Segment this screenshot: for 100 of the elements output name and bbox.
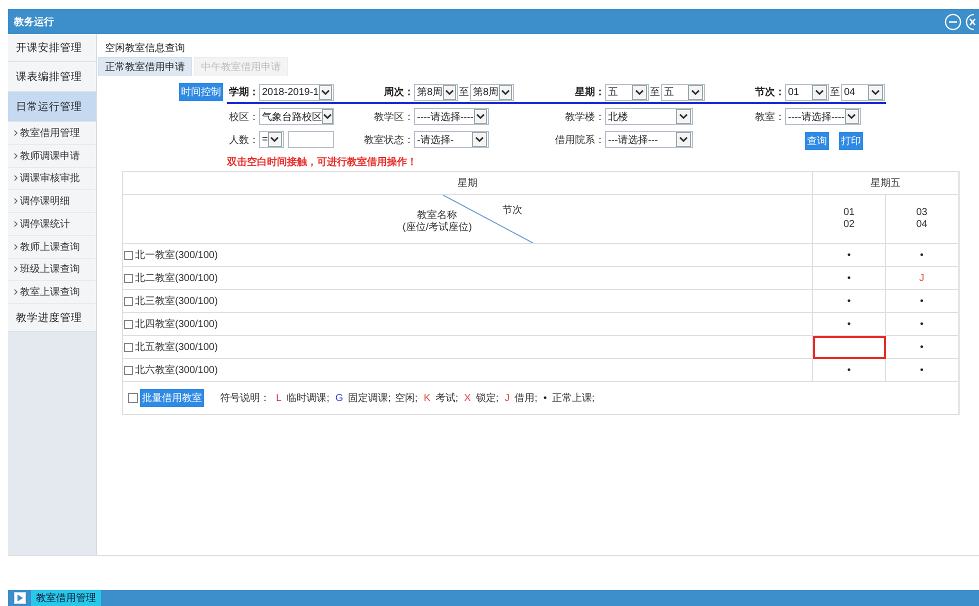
caret-icon [847, 113, 856, 120]
checkbox[interactable] [124, 320, 133, 328]
period-header: 03 04 [916, 207, 928, 230]
field-label: 教室： [755, 110, 785, 124]
legend-symbol: J [504, 392, 510, 404]
field-label: 节次： [755, 86, 785, 99]
caret-icon [871, 88, 880, 96]
select-field[interactable]: ----请选择---- [785, 108, 861, 125]
sidebar-item[interactable]: 日常运行管理 [8, 92, 96, 122]
legend-title: 符号说明： [220, 392, 270, 405]
column-header: 星期 [122, 172, 812, 194]
legend-symbol: G [335, 392, 344, 404]
sidebar-item[interactable]: 开课安排管理 [8, 34, 96, 62]
select-field[interactable]: 第8周 [470, 84, 514, 100]
range-separator: 至 [650, 86, 660, 99]
room-name: 北六教室(300/100) [135, 364, 218, 377]
tab[interactable]: 正常教室借用申请 [98, 57, 192, 76]
play-icon[interactable] [14, 592, 26, 604]
select-field[interactable]: 五 [661, 84, 705, 100]
page-heading: 空闲教室信息查询 [104, 42, 186, 55]
schedule-cell[interactable]: • [812, 358, 886, 382]
input-field[interactable] [288, 131, 334, 148]
sidebar-subitem[interactable]: 教师上课查询 [8, 236, 96, 258]
sidebar-subitem[interactable]: 调停课统计 [8, 213, 96, 236]
time-control-button[interactable]: 时间控制 [179, 83, 223, 101]
legend-label: 正常上课; [552, 392, 595, 405]
room-name: 北三教室(300/100) [135, 294, 218, 308]
minimize-icon[interactable] [944, 12, 962, 30]
sidebar-subitem[interactable]: 调停课明细 [8, 190, 96, 213]
legend-symbol: X [464, 392, 471, 404]
sidebar-item[interactable]: 课表编排管理 [8, 62, 96, 92]
header-label: 教室名称 (座位/考试座位) [402, 210, 472, 234]
chevron-icon [14, 175, 18, 182]
legend-label: 考试; [435, 392, 458, 405]
checkbox[interactable] [124, 274, 133, 282]
range-separator: 至 [830, 86, 840, 99]
schedule-cell[interactable]: • [812, 312, 886, 336]
sidebar-subitem[interactable]: 教室上课查询 [8, 281, 96, 304]
chevron-icon [14, 220, 18, 227]
checkbox[interactable] [124, 296, 133, 306]
notice-text: 双击空白时间接触，可进行教室借用操作！ [226, 155, 418, 168]
field-label: 教学区： [374, 110, 414, 124]
schedule-cell[interactable]: • [812, 266, 886, 290]
select-field[interactable]: 五 [605, 84, 649, 100]
caret-icon [475, 136, 484, 143]
caret-icon [679, 136, 688, 143]
action-button[interactable]: 打印 [839, 132, 863, 150]
select-field[interactable]: = [259, 131, 284, 148]
field-label: 星期： [575, 86, 605, 99]
caret-icon [691, 88, 700, 96]
sidebar-item[interactable]: 教学进度管理 [8, 304, 96, 332]
caret-icon [444, 88, 454, 96]
window-title: 教务运行 [14, 16, 54, 28]
header-label: 节次 [502, 204, 522, 217]
field-label: 借用院系： [555, 134, 605, 146]
caret-icon [320, 88, 330, 96]
field-label: 教学楼： [565, 110, 605, 124]
legend-label: 临时调课; [286, 392, 330, 405]
legend-label: 借用; [514, 392, 538, 405]
action-button[interactable]: 查询 [805, 132, 829, 150]
legend-label: 锁定; [476, 392, 499, 405]
room-name: 北五教室(300/100) [135, 340, 218, 354]
caret-icon [815, 88, 824, 96]
legend-symbol: • [543, 392, 547, 404]
column-header: 星期五 [812, 172, 958, 194]
caret-icon [270, 136, 280, 143]
select-field[interactable]: 2018-2019-1 [259, 84, 334, 100]
sidebar-subitem[interactable]: 班级上课查询 [8, 258, 96, 282]
caret-icon [679, 113, 688, 120]
legend-label: 空闲; [394, 392, 418, 405]
schedule-cell[interactable]: • [812, 290, 886, 312]
sidebar-subitem[interactable]: 教师调课申请 [8, 144, 96, 168]
chevron-icon [14, 289, 18, 296]
select-field[interactable]: 北楼 [605, 108, 693, 125]
select-field[interactable]: -请选择- [414, 131, 489, 148]
schedule-cell[interactable]: • [812, 244, 886, 266]
selected-cell[interactable] [812, 336, 886, 358]
checkbox[interactable] [124, 250, 133, 260]
checkbox[interactable] [128, 393, 138, 403]
task-tab[interactable]: 教室借用管理 [31, 590, 101, 606]
checkbox[interactable] [124, 366, 133, 374]
field-label: 教室状态： [364, 134, 414, 146]
caret-icon [476, 113, 485, 120]
sidebar-subitem[interactable]: 教室借用管理 [8, 122, 96, 145]
range-separator: 至 [459, 86, 469, 99]
caret-icon [500, 88, 510, 96]
select-field[interactable]: 气象台路校区 [259, 108, 334, 125]
select-field[interactable]: ---请选择--- [605, 131, 693, 148]
batch-borrow-button[interactable]: 批量借用教室 [140, 389, 204, 407]
chevron-icon [14, 266, 18, 272]
legend-label: 固定调课; [348, 392, 391, 405]
sidebar-subitem[interactable]: 调课审核审批 [8, 168, 96, 190]
checkbox[interactable] [124, 342, 133, 352]
select-field[interactable]: ----请选择---- [414, 108, 489, 125]
select-field[interactable]: 04 [841, 84, 885, 100]
room-name: 北一教室(300/100) [135, 248, 218, 262]
room-name: 北四教室(300/100) [135, 318, 218, 331]
field-label: 学期： [229, 86, 259, 99]
select-field[interactable]: 01 [785, 84, 829, 100]
select-field[interactable]: 第8周 [414, 84, 458, 100]
